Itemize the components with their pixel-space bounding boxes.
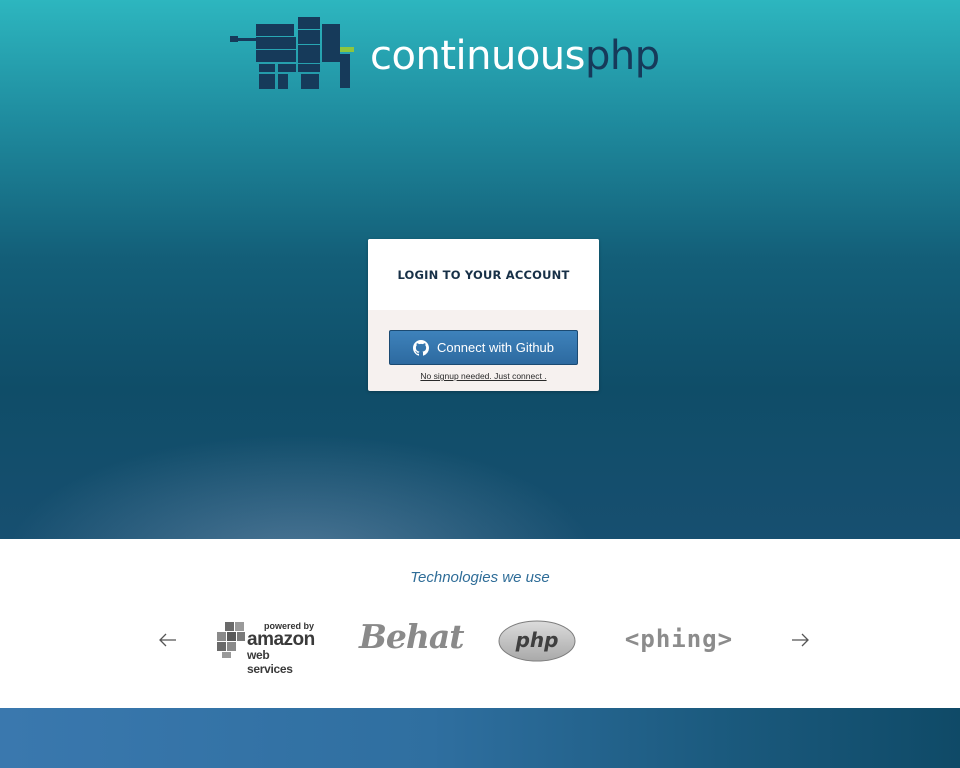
footer-band (0, 708, 960, 768)
php-logo: php (497, 615, 577, 665)
github-icon (412, 339, 429, 356)
behat-logo: Behat (355, 615, 465, 665)
connect-github-button[interactable]: Connect with Github (389, 330, 578, 365)
logo-word-continuous: continuous (370, 33, 585, 79)
login-card: LOGIN TO YOUR ACCOUNT Connect with Githu… (368, 239, 599, 391)
technologies-title: Technologies we use (410, 569, 550, 586)
logo-word-php: php (584, 33, 660, 79)
login-title: LOGIN TO YOUR ACCOUNT (397, 267, 570, 282)
connect-github-label: Connect with Github (436, 340, 555, 355)
phing-logo: <phing> (609, 615, 749, 665)
aws-web-services: web services (247, 648, 293, 676)
logo-wordmark: continuousphp (370, 36, 660, 76)
login-card-header: LOGIN TO YOUR ACCOUNT (368, 239, 599, 310)
phing-text: <phing> (624, 625, 734, 653)
carousel-next-button[interactable] (789, 629, 811, 651)
aws-logo: powered by amazon web services (216, 615, 316, 676)
elephant-icon (230, 17, 354, 89)
no-signup-link[interactable]: No signup needed. Just connect . (368, 371, 599, 381)
continuousphp-logo[interactable]: continuousphp (228, 14, 668, 94)
php-text: php (515, 628, 559, 652)
hero-section: continuousphp LOGIN TO YOUR ACCOUNT Conn… (0, 0, 960, 539)
arrow-left-icon (159, 633, 176, 647)
behat-text: Behat (359, 617, 465, 656)
aws-cubes-icon (217, 622, 245, 658)
arrow-right-icon (792, 633, 809, 647)
technologies-section: Technologies we use powered by amazon we… (0, 539, 960, 708)
carousel-prev-button[interactable] (157, 629, 179, 651)
